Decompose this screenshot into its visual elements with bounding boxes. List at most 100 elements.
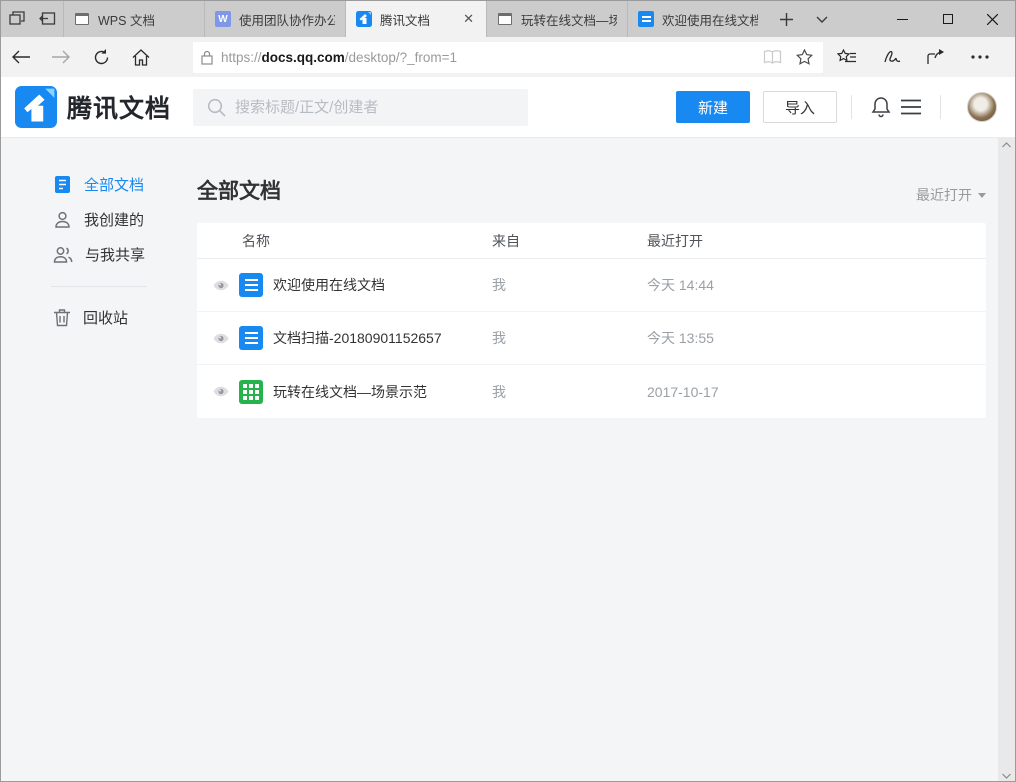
table-row[interactable]: 玩转在线文档—场景示范 我 2017-10-17	[197, 365, 986, 418]
search-input[interactable]	[193, 89, 528, 126]
tab-wps-docs[interactable]: WPS 文档	[63, 1, 204, 37]
doc-file-icon	[239, 273, 263, 297]
minimize-button[interactable]	[880, 1, 925, 37]
doc-from: 我	[492, 275, 647, 295]
set-tabs-aside-icon[interactable]	[32, 1, 63, 37]
window-controls	[880, 1, 1015, 37]
doc-from: 我	[492, 328, 647, 348]
sidebar: 全部文档 我创建的 与我共享 回收站	[1, 137, 197, 782]
sidebar-divider	[51, 286, 147, 287]
new-tab-button[interactable]	[768, 1, 804, 37]
content-area: 全部文档 我创建的 与我共享 回收站 全部文档 最近打开	[1, 137, 1000, 782]
doc-last-opened: 2017-10-17	[647, 384, 986, 400]
browser-window: WPS 文档 W 使用团队协作办公 腾讯文档 ✕ 玩转在线文档—场景示范 欢迎使…	[0, 0, 1016, 782]
user-avatar[interactable]	[967, 92, 997, 122]
trash-icon	[53, 308, 71, 327]
table-row[interactable]: 欢迎使用在线文档 我 今天 14:44	[197, 259, 986, 312]
header-actions: 新建 导入	[676, 91, 997, 123]
menu-hamburger-icon[interactable]	[896, 92, 926, 122]
table-row[interactable]: 文档扫描-20180901152657 我 今天 13:55	[197, 312, 986, 365]
web-note-pen-icon[interactable]	[883, 50, 901, 65]
share-icon[interactable]	[927, 49, 945, 65]
sidebar-item-shared-with-me[interactable]: 与我共享	[1, 237, 197, 272]
import-button[interactable]: 导入	[763, 91, 837, 123]
tab-title: 玩转在线文档—场景示范	[521, 10, 617, 29]
sidebar-item-label: 我创建的	[84, 209, 144, 230]
tab-bar: WPS 文档 W 使用团队协作办公 腾讯文档 ✕ 玩转在线文档—场景示范 欢迎使…	[1, 1, 1015, 37]
doc-title: 玩转在线文档—场景示范	[273, 382, 427, 402]
tab-preview-icon[interactable]	[1, 1, 32, 37]
column-last-opened: 最近打开	[647, 231, 986, 251]
column-from: 来自	[492, 231, 647, 251]
tab-welcome-online-docs[interactable]: 欢迎使用在线文档	[627, 1, 768, 37]
doc-last-opened: 今天 13:55	[647, 328, 986, 348]
sheet-file-icon	[239, 380, 263, 404]
search-icon	[207, 98, 226, 117]
page-title: 全部文档	[197, 175, 281, 205]
close-window-button[interactable]	[970, 1, 1015, 37]
tencent-docs-brand[interactable]: 腾讯文档	[15, 86, 171, 128]
doc-title: 欢迎使用在线文档	[273, 275, 385, 295]
url-field[interactable]: https://docs.qq.com/desktop/?_from=1	[193, 42, 823, 73]
tencent-docs-logo-icon	[15, 86, 57, 128]
blue-doc-icon	[638, 11, 654, 27]
viewed-eye-icon	[213, 386, 229, 397]
notifications-bell-icon[interactable]	[866, 92, 896, 122]
divider	[940, 95, 941, 119]
viewed-eye-icon	[213, 333, 229, 344]
scroll-down-icon[interactable]	[1002, 773, 1011, 779]
favorites-hub-icon[interactable]	[837, 49, 857, 65]
maximize-button[interactable]	[925, 1, 970, 37]
sidebar-item-label: 全部文档	[84, 174, 144, 195]
lock-icon	[201, 50, 213, 65]
tab-title: 欢迎使用在线文档	[662, 10, 758, 29]
favorite-star-icon[interactable]	[796, 49, 813, 65]
refresh-icon[interactable]	[81, 37, 121, 77]
forward-icon[interactable]	[41, 37, 81, 77]
sidebar-item-created-by-me[interactable]: 我创建的	[1, 202, 197, 237]
doc-title: 文档扫描-20180901152657	[273, 328, 442, 348]
scroll-up-icon[interactable]	[1002, 142, 1011, 148]
sort-dropdown[interactable]: 最近打开	[916, 185, 986, 205]
browser-toolbar-right	[837, 49, 989, 65]
document-list: 名称 来自 最近打开 欢迎使用在线文档 我 今天 14:44	[197, 223, 986, 418]
column-name: 名称	[197, 231, 492, 251]
person-icon	[53, 210, 72, 229]
documents-icon	[53, 175, 72, 194]
more-options-icon[interactable]	[971, 55, 989, 59]
doc-file-icon	[239, 326, 263, 350]
brand-name: 腾讯文档	[67, 89, 171, 125]
tab-tencent-docs[interactable]: 腾讯文档 ✕	[345, 1, 486, 37]
tab-play-online-docs[interactable]: 玩转在线文档—场景示范	[486, 1, 627, 37]
chevron-down-icon	[978, 193, 986, 198]
wps-writer-icon: W	[215, 11, 231, 27]
doc-last-opened: 今天 14:44	[647, 275, 986, 295]
divider	[851, 95, 852, 119]
page-scrollbar[interactable]	[998, 138, 1015, 782]
tab-team-collab[interactable]: W 使用团队协作办公	[204, 1, 345, 37]
home-icon[interactable]	[121, 37, 161, 77]
reading-view-icon[interactable]	[763, 50, 782, 65]
table-header: 名称 来自 最近打开	[197, 223, 986, 259]
search-box	[193, 89, 528, 126]
address-bar: https://docs.qq.com/desktop/?_from=1	[1, 37, 1015, 77]
window-icon	[74, 11, 90, 27]
tab-title: 使用团队协作办公	[239, 10, 335, 29]
people-icon	[53, 245, 73, 264]
sidebar-item-all-docs[interactable]: 全部文档	[1, 167, 197, 202]
tab-title: WPS 文档	[98, 10, 194, 29]
sidebar-item-label: 回收站	[83, 307, 128, 328]
back-icon[interactable]	[1, 37, 41, 77]
window-icon	[497, 11, 513, 27]
viewed-eye-icon	[213, 280, 229, 291]
doc-from: 我	[492, 382, 647, 402]
new-document-button[interactable]: 新建	[676, 91, 750, 123]
sort-label: 最近打开	[916, 185, 972, 205]
tencent-docs-logo-icon	[356, 11, 372, 27]
sidebar-item-trash[interactable]: 回收站	[1, 300, 197, 335]
sidebar-item-label: 与我共享	[85, 244, 145, 265]
tab-close-icon[interactable]: ✕	[461, 11, 476, 27]
tab-list-dropdown-icon[interactable]	[804, 1, 840, 37]
main-panel: 全部文档 最近打开 名称 来自 最近打开 欢迎使用在线文档	[197, 137, 986, 418]
site-header: 腾讯文档 新建 导入	[1, 77, 1015, 137]
